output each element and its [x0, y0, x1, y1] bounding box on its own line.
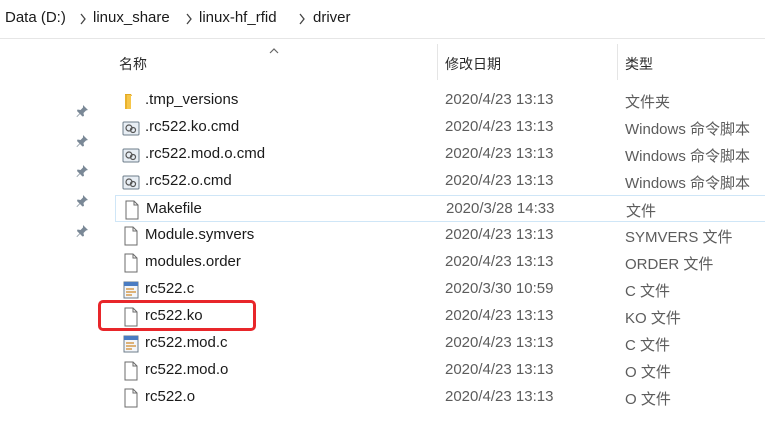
column-divider[interactable]: [617, 44, 618, 80]
list-item[interactable]: .rc522.mod.o.cmd 2020/4/23 13:13 Windows…: [115, 141, 765, 168]
pin-icon[interactable]: [75, 194, 89, 208]
cmd-script-icon: [122, 145, 140, 165]
c-source-icon: [122, 280, 140, 300]
file-icon: [122, 226, 140, 246]
column-header-type[interactable]: 类型: [625, 54, 653, 74]
list-item[interactable]: modules.order 2020/4/23 13:13 ORDER 文件: [115, 249, 765, 276]
chevron-right-icon[interactable]: [183, 12, 195, 26]
highlight-box: [98, 300, 256, 331]
column-divider[interactable]: [437, 44, 438, 80]
list-item[interactable]: .tmp_versions 2020/4/23 13:13 文件夹: [115, 87, 765, 114]
column-header: 名称 修改日期 类型: [0, 40, 765, 84]
pin-icon[interactable]: [75, 134, 89, 148]
cmd-script-icon: [122, 172, 140, 192]
pin-icon[interactable]: [75, 104, 89, 118]
pin-icon[interactable]: [75, 164, 89, 178]
list-item[interactable]: rc522.c 2020/3/30 10:59 C 文件: [115, 276, 765, 303]
c-source-icon: [122, 334, 140, 354]
list-item[interactable]: rc522.mod.c 2020/4/23 13:13 C 文件: [115, 330, 765, 357]
breadcrumb-item-linux-hf-rfid[interactable]: linux-hf_rfid: [199, 9, 277, 26]
list-item[interactable]: rc522.o 2020/4/23 13:13 O 文件: [115, 384, 765, 411]
list-item[interactable]: .rc522.ko.cmd 2020/4/23 13:13 Windows 命令…: [115, 114, 765, 141]
breadcrumb: Data (D:) linux_share linux-hf_rfid driv…: [0, 0, 765, 39]
sort-ascending-icon: [269, 42, 279, 60]
file-icon: [122, 388, 140, 408]
file-icon: [122, 361, 140, 381]
folder-icon: [122, 91, 140, 111]
breadcrumb-item-drive[interactable]: Data (D:): [5, 9, 66, 26]
list-item[interactable]: Module.symvers 2020/4/23 13:13 SYMVERS 文…: [115, 222, 765, 249]
file-icon: [122, 253, 140, 273]
chevron-right-icon[interactable]: [77, 12, 89, 26]
list-item[interactable]: rc522.mod.o 2020/4/23 13:13 O 文件: [115, 357, 765, 384]
breadcrumb-item-driver[interactable]: driver: [313, 9, 351, 26]
chevron-right-icon[interactable]: [296, 12, 308, 26]
breadcrumb-item-linux-share[interactable]: linux_share: [93, 9, 170, 26]
file-icon: [123, 200, 141, 220]
list-item[interactable]: .rc522.o.cmd 2020/4/23 13:13 Windows 命令脚…: [115, 168, 765, 195]
column-header-name[interactable]: 名称: [119, 54, 147, 74]
list-item[interactable]: Makefile 2020/3/28 14:33 文件: [115, 195, 765, 222]
column-header-date[interactable]: 修改日期: [445, 54, 501, 74]
cmd-script-icon: [122, 118, 140, 138]
pin-icon[interactable]: [75, 224, 89, 238]
